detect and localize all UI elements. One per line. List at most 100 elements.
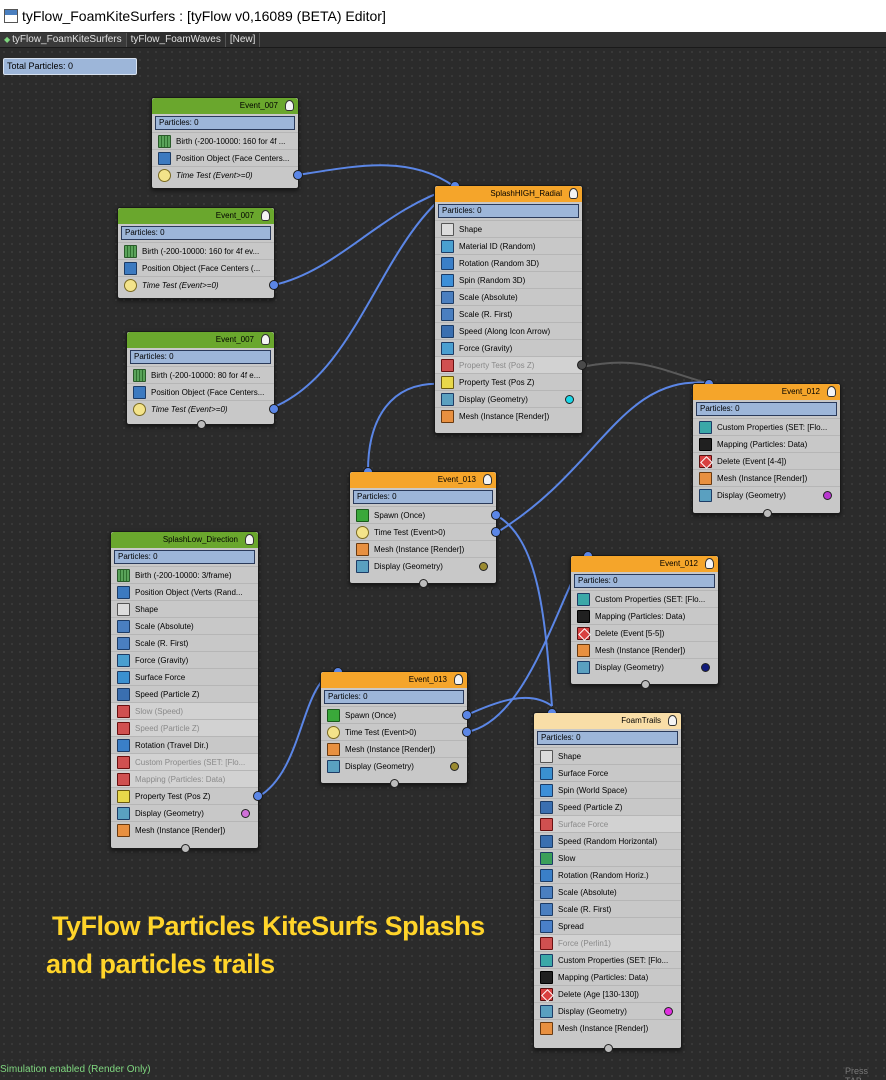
operator-rotation[interactable]: Rotation (Random Horiz.) <box>534 866 681 883</box>
operator-custom-properties[interactable]: Custom Properties (SET: [Flo... <box>534 951 681 968</box>
operator-mesh[interactable]: Mesh (Instance [Render]) <box>350 540 496 557</box>
display-color-swatch[interactable] <box>823 490 832 500</box>
operator-display[interactable]: Display (Geometry) <box>693 486 840 503</box>
operator-position-object[interactable]: Position Object (Face Centers (... <box>118 259 274 276</box>
operator-custom-properties[interactable]: Custom Properties (SET: [Flo... <box>571 590 718 607</box>
operator-spin[interactable]: Spin (Random 3D) <box>435 271 582 288</box>
operator-custom-properties[interactable]: Custom Properties (SET: [Flo... <box>693 418 840 435</box>
lightbulb-icon[interactable] <box>483 474 492 485</box>
lightbulb-icon[interactable] <box>261 210 270 221</box>
node-header[interactable]: Event_013 <box>321 672 467 688</box>
operator-spawn[interactable]: Spawn (Once) <box>321 706 472 723</box>
operator-custom-properties-disabled[interactable]: Custom Properties (SET: [Flo... <box>111 753 258 770</box>
input-socket[interactable] <box>180 844 190 853</box>
event-012-node-a[interactable]: Event_012 Particles: 0 Custom Properties… <box>692 379 841 518</box>
event-013-node-b[interactable]: Event_013 Particles: 0 Spawn (Once) Time… <box>320 667 472 788</box>
operator-property-test[interactable]: Property Test (Pos Z) <box>111 787 263 804</box>
node-header[interactable]: FoamTrails <box>534 713 681 729</box>
operator-birth[interactable]: Birth (-200-10000: 80 for 4f e... <box>127 366 274 383</box>
operator-shape[interactable]: Shape <box>534 747 681 764</box>
operator-delete[interactable]: Delete (Event [5-5]) <box>571 624 718 641</box>
display-color-swatch[interactable] <box>701 662 710 672</box>
operator-speed[interactable]: Speed (Particle Z) <box>111 685 258 702</box>
operator-display[interactable]: Display (Geometry) <box>571 658 718 675</box>
lightbulb-icon[interactable] <box>261 334 270 345</box>
node-header[interactable]: Event_012 <box>693 384 840 400</box>
operator-rotation[interactable]: Rotation (Travel Dir.) <box>111 736 258 753</box>
operator-property-test-disabled[interactable]: Property Test (Pos Z) <box>435 356 587 373</box>
display-color-swatch[interactable] <box>565 394 574 404</box>
operator-birth[interactable]: Birth (-200-10000: 160 for 4f ev... <box>118 242 274 259</box>
tab-foamwaves[interactable]: tyFlow_FoamWaves <box>127 32 226 47</box>
input-socket[interactable] <box>762 509 772 518</box>
operator-rotation[interactable]: Rotation (Random 3D) <box>435 254 582 271</box>
operator-position-object[interactable]: Position Object (Face Centers... <box>152 149 298 166</box>
output-port[interactable] <box>577 360 587 370</box>
output-port[interactable] <box>269 280 279 290</box>
operator-mesh[interactable]: Mesh (Instance [Render]) <box>693 469 840 486</box>
operator-mesh[interactable]: Mesh (Instance [Render]) <box>534 1019 681 1036</box>
operator-speed-random[interactable]: Speed (Random Horizontal) <box>534 832 681 849</box>
lightbulb-icon[interactable] <box>454 674 463 685</box>
lightbulb-icon[interactable] <box>705 558 714 569</box>
operator-time-test[interactable]: Time Test (Event>=0) <box>118 276 279 293</box>
operator-force[interactable]: Force (Gravity) <box>111 651 258 668</box>
lightbulb-icon[interactable] <box>245 534 254 545</box>
operator-display[interactable]: Display (Geometry) <box>435 390 582 407</box>
display-color-swatch[interactable] <box>479 561 488 571</box>
tab-foamkitesurfers[interactable]: ◆ tyFlow_FoamKiteSurfers <box>0 32 127 47</box>
operator-mesh[interactable]: Mesh (Instance [Render]) <box>435 407 582 424</box>
node-header[interactable]: Event_007 <box>127 332 274 348</box>
operator-time-test[interactable]: Time Test (Event>0) <box>321 723 472 740</box>
event-007-node-c[interactable]: Event_007 Particles: 0 Birth (-200-10000… <box>126 331 279 429</box>
display-color-swatch[interactable] <box>664 1006 673 1016</box>
operator-time-test[interactable]: Time Test (Event>0) <box>350 523 501 540</box>
event-012-node-b[interactable]: Event_012 Particles: 0 Custom Properties… <box>570 551 719 689</box>
operator-speed[interactable]: Speed (Along Icon Arrow) <box>435 322 582 339</box>
input-socket[interactable] <box>640 680 650 689</box>
operator-mesh[interactable]: Mesh (Instance [Render]) <box>111 821 258 838</box>
node-header[interactable]: Event_013 <box>350 472 496 488</box>
operator-spawn[interactable]: Spawn (Once) <box>350 506 501 523</box>
operator-position-object[interactable]: Position Object (Face Centers... <box>127 383 274 400</box>
operator-force[interactable]: Force (Gravity) <box>435 339 582 356</box>
event-013-node-a[interactable]: Event_013 Particles: 0 Spawn (Once) Time… <box>349 467 501 588</box>
node-header[interactable]: SplashHIGH_Radial <box>435 186 582 202</box>
operator-mesh[interactable]: Mesh (Instance [Render]) <box>321 740 467 757</box>
event-007-node-b[interactable]: Event_007 Particles: 0 Birth (-200-10000… <box>117 207 279 299</box>
operator-surface-force-disabled[interactable]: Surface Force <box>534 815 681 832</box>
input-socket[interactable] <box>419 579 428 588</box>
operator-spin[interactable]: Spin (World Space) <box>534 781 681 798</box>
operator-scale-absolute[interactable]: Scale (Absolute) <box>534 883 681 900</box>
foamtrails-node[interactable]: FoamTrails Particles: 0 Shape Surface Fo… <box>533 708 682 1053</box>
splashlow-direction-node[interactable]: SplashLow_Direction Particles: 0 Birth (… <box>110 531 263 853</box>
operator-birth[interactable]: Birth (-200-10000: 3/frame) <box>111 566 258 583</box>
operator-mapping[interactable]: Mapping (Particles: Data) <box>571 607 718 624</box>
operator-surface-force[interactable]: Surface Force <box>111 668 258 685</box>
output-port[interactable] <box>491 510 501 520</box>
input-socket[interactable] <box>603 1044 613 1053</box>
operator-speed-disabled[interactable]: Speed (Particle Z) <box>111 719 258 736</box>
output-port[interactable] <box>462 727 472 737</box>
operator-speed[interactable]: Speed (Particle Z) <box>534 798 681 815</box>
operator-delete[interactable]: Delete (Event [4-4]) <box>693 452 840 469</box>
operator-mapping-disabled[interactable]: Mapping (Particles: Data) <box>111 770 258 787</box>
display-color-swatch[interactable] <box>450 761 459 771</box>
node-header[interactable]: Event_007 <box>152 98 298 114</box>
output-port[interactable] <box>293 170 303 180</box>
lightbulb-icon[interactable] <box>285 100 294 111</box>
operator-force-disabled[interactable]: Force (Perlin1) <box>534 934 681 951</box>
lightbulb-icon[interactable] <box>569 188 578 199</box>
output-port[interactable] <box>253 791 263 801</box>
output-port[interactable] <box>491 527 501 537</box>
operator-shape[interactable]: Shape <box>435 220 582 237</box>
operator-display[interactable]: Display (Geometry) <box>534 1002 681 1019</box>
operator-spread[interactable]: Spread <box>534 917 681 934</box>
input-socket[interactable] <box>196 420 206 429</box>
event-007-node-a[interactable]: Event_007 Particles: 0 Birth (-200-10000… <box>151 97 303 189</box>
operator-mapping[interactable]: Mapping (Particles: Data) <box>693 435 840 452</box>
operator-time-test[interactable]: Time Test (Event>=0) <box>152 166 303 183</box>
operator-delete[interactable]: Delete (Age [130-130]) <box>534 985 681 1002</box>
lightbulb-icon[interactable] <box>827 386 836 397</box>
operator-mesh[interactable]: Mesh (Instance [Render]) <box>571 641 718 658</box>
